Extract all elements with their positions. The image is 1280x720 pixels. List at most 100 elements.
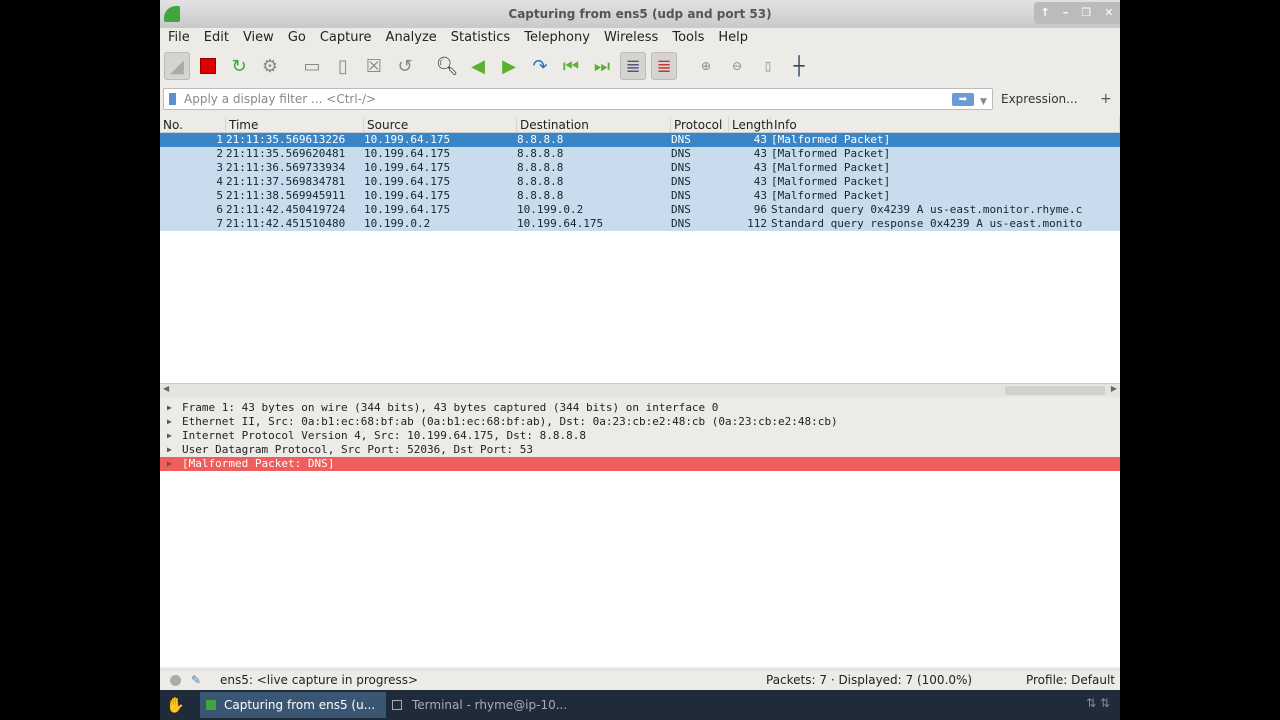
detail-tree-item[interactable]: ▶ Ethernet II, Src: 0a:b1:ec:68:bf:ab (0a… <box>160 415 1120 429</box>
detail-tree-item[interactable]: ▶ Internet Protocol Version 4, Src: 10.19… <box>160 429 1120 443</box>
minimize-icon[interactable]: – <box>1063 0 1069 27</box>
cell-source: 10.199.64.175 <box>364 147 451 160</box>
menu-help[interactable]: Help <box>712 28 754 47</box>
close-file-icon[interactable]: ☒ <box>361 52 387 80</box>
expand-arrow-icon[interactable]: ▶ <box>167 415 172 429</box>
menu-bar: File Edit View Go Capture Analyze Statis… <box>160 28 754 47</box>
chevron-down-icon[interactable]: ▼ <box>980 92 987 112</box>
cell-source: 10.199.64.175 <box>364 175 451 188</box>
menu-wireless[interactable]: Wireless <box>598 28 664 47</box>
column-source[interactable]: Source <box>364 117 517 132</box>
resize-columns-icon[interactable]: ┼ <box>786 52 812 80</box>
packet-row[interactable]: 4 21:11:37.569834781 10.199.64.175 8.8.8.8 D… <box>160 175 1120 189</box>
packet-row[interactable]: 3 21:11:36.569733934 10.199.64.175 8.8.8.8 D… <box>160 161 1120 175</box>
status-bar: ✎ ens5: <live capture in progress> Packe… <box>160 669 1120 690</box>
column-no[interactable]: No. <box>160 117 226 132</box>
bookmark-icon[interactable] <box>169 93 176 105</box>
menu-statistics[interactable]: Statistics <box>445 28 516 47</box>
go-back-icon[interactable]: ◀ <box>465 52 491 80</box>
column-time[interactable]: Time <box>226 117 364 132</box>
menu-view[interactable]: View <box>237 28 280 47</box>
packet-row[interactable]: 7 21:11:42.451510480 10.199.0.2 10.199.64.1… <box>160 217 1120 231</box>
stop-capture-icon[interactable] <box>195 52 221 80</box>
cell-time: 21:11:35.569620481 <box>226 147 346 160</box>
cell-info: [Malformed Packet] <box>771 147 891 160</box>
add-filter-button[interactable]: + <box>1100 88 1112 110</box>
column-destination[interactable]: Destination <box>517 117 671 132</box>
scrollbar-thumb[interactable] <box>1005 386 1105 395</box>
keep-above-icon[interactable]: ↑ <box>1041 0 1050 27</box>
detail-tree-item[interactable]: ▶ [Malformed Packet: DNS] <box>160 457 1120 471</box>
packet-row[interactable]: 2 21:11:35.569620481 10.199.64.175 8.8.8.8 D… <box>160 147 1120 161</box>
task-label: Capturing from ens5 (u... <box>224 698 376 712</box>
first-packet-icon[interactable]: ⏮ <box>558 52 584 80</box>
column-protocol[interactable]: Protocol <box>671 117 729 132</box>
expand-arrow-icon[interactable]: ▶ <box>167 429 172 443</box>
cell-info: [Malformed Packet] <box>771 133 891 146</box>
last-packet-icon[interactable]: ⏭ <box>589 52 615 80</box>
cell-source: 10.199.64.175 <box>364 161 451 174</box>
task-wireshark[interactable]: Capturing from ens5 (u... <box>200 692 386 718</box>
cell-no: 7 <box>216 217 223 230</box>
display-filter-input[interactable]: Apply a display filter ... <Ctrl-/> ➡ ▼ <box>163 88 993 110</box>
packet-count: Packets: 7 · Displayed: 7 (100.0%) <box>766 673 973 687</box>
comment-icon[interactable]: ✎ <box>191 670 201 691</box>
profile-label[interactable]: Profile: Default <box>1026 670 1115 691</box>
task-label: Terminal - rhyme@ip-10... <box>412 698 568 712</box>
cell-no: 1 <box>216 133 223 146</box>
expand-arrow-icon[interactable]: ▶ <box>167 457 172 471</box>
start-capture-icon[interactable]: ◢ <box>164 52 190 80</box>
cell-protocol: DNS <box>671 175 691 188</box>
task-terminal[interactable]: Terminal - rhyme@ip-10... <box>388 692 567 718</box>
detail-tree-item[interactable]: ▶ User Datagram Protocol, Src Port: 52036… <box>160 443 1120 457</box>
autoscroll-icon[interactable]: ≣ <box>620 52 646 80</box>
menu-go[interactable]: Go <box>282 28 312 47</box>
cell-no: 6 <box>216 203 223 216</box>
save-file-icon[interactable]: ▯ <box>330 52 356 80</box>
scroll-right-icon[interactable]: ▶ <box>1111 384 1117 393</box>
close-icon[interactable]: ✕ <box>1104 0 1113 27</box>
menu-tools[interactable]: Tools <box>666 28 710 47</box>
zoom-out-icon[interactable]: ⊖ <box>724 52 750 80</box>
go-to-packet-icon[interactable]: ↷ <box>527 52 553 80</box>
zoom-in-icon[interactable]: ⊕ <box>693 52 719 80</box>
expression-button[interactable]: Expression... <box>1001 88 1078 110</box>
column-length[interactable]: Length <box>729 117 773 132</box>
menu-file[interactable]: File <box>162 28 196 47</box>
normal-size-icon[interactable]: ▯ <box>755 52 781 80</box>
network-icon[interactable]: ⇅ ⇅ <box>1086 696 1110 710</box>
expert-info-icon[interactable] <box>170 675 181 686</box>
go-forward-icon[interactable]: ▶ <box>496 52 522 80</box>
cell-source: 10.199.0.2 <box>364 217 431 230</box>
reload-file-icon[interactable]: ↺ <box>392 52 418 80</box>
horizontal-scrollbar[interactable]: ◀ ▶ <box>160 383 1120 397</box>
menu-analyze[interactable]: Analyze <box>380 28 443 47</box>
detail-tree-item[interactable]: ▶ Frame 1: 43 bytes on wire (344 bits), 4… <box>160 401 1120 415</box>
menu-edit[interactable]: Edit <box>198 28 235 47</box>
apply-filter-arrow-icon[interactable]: ➡ <box>952 93 974 106</box>
scroll-left-icon[interactable]: ◀ <box>163 384 169 393</box>
packet-list: No. Time Source Destination Protocol Len… <box>160 117 1120 383</box>
title-bar: Capturing from ens5 (udp and port 53) ↑ … <box>160 0 1120 28</box>
detail-text: User Datagram Protocol, Src Port: 52036,… <box>182 443 533 456</box>
packet-row[interactable]: 1 21:11:35.569613226 10.199.64.175 8.8.8.8 D… <box>160 133 1120 147</box>
cell-time: 21:11:42.450419724 <box>226 203 346 216</box>
capture-options-icon[interactable]: ⚙ <box>257 52 283 80</box>
column-info[interactable]: Info <box>771 117 1120 132</box>
packet-row[interactable]: 6 21:11:42.450419724 10.199.64.175 10.199.0… <box>160 203 1120 217</box>
cell-info: [Malformed Packet] <box>771 189 891 202</box>
app-menu-icon[interactable]: ✋ <box>166 696 185 714</box>
expand-arrow-icon[interactable]: ▶ <box>167 401 172 415</box>
maximize-icon[interactable]: ❐ <box>1081 0 1091 27</box>
menu-telephony[interactable]: Telephony <box>518 28 596 47</box>
restart-capture-icon[interactable]: ↻ <box>226 52 252 80</box>
packet-row[interactable]: 5 21:11:38.569945911 10.199.64.175 8.8.8.8 D… <box>160 189 1120 203</box>
cell-time: 21:11:35.569613226 <box>226 133 346 146</box>
menu-capture[interactable]: Capture <box>314 28 378 47</box>
expand-arrow-icon[interactable]: ▶ <box>167 443 172 457</box>
open-file-icon[interactable]: ▭ <box>299 52 325 80</box>
find-packet-icon[interactable]: 🔍︎ <box>434 52 460 80</box>
cell-length: 43 <box>753 161 767 174</box>
detail-text: Internet Protocol Version 4, Src: 10.199… <box>182 429 586 442</box>
colorize-icon[interactable]: ≣ <box>651 52 677 80</box>
